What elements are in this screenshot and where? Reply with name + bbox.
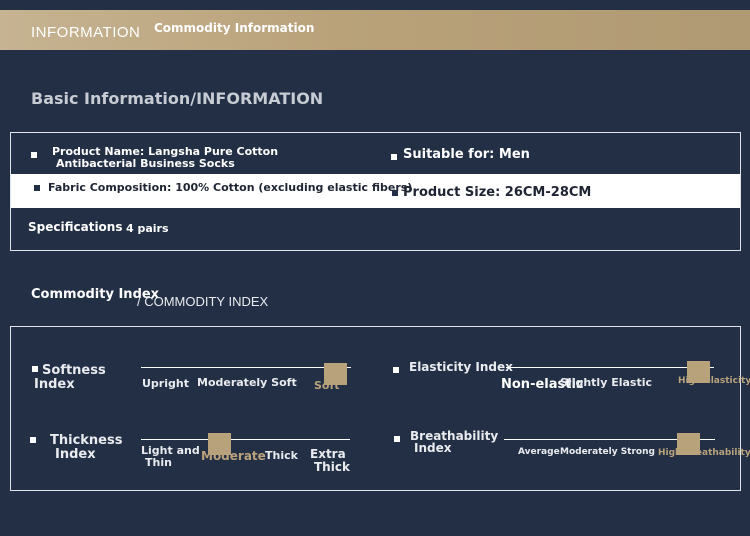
elasticity-title: Elasticity Index [409,360,513,374]
spec-value: 4 pairs [126,222,169,235]
thickness-scale [141,439,350,440]
basic-info-heading: Basic Information/INFORMATION [31,89,324,108]
spec-label: Specifications [28,220,123,234]
softness-title: Softness Index [34,363,106,392]
bullet-icon [30,437,36,443]
breathability-option: Moderately Strong [560,447,655,457]
elasticity-scale [506,367,714,368]
bullet-icon [392,190,398,196]
commodity-index-heading-en: / COMMODITY INDEX [137,294,269,309]
bullet-icon [31,152,37,158]
bullet-icon [394,436,400,442]
commodity-index-panel [10,326,741,491]
header-title: INFORMATION [31,24,141,41]
thickness-option: Extra Thick [310,447,350,474]
breathability-option-selected: High Breathability [658,448,750,458]
softness-option: Upright [142,377,189,390]
softness-option: Moderately Soft [197,376,297,389]
thickness-option-selected: Moderate [201,449,266,463]
elasticity-option: Slightly Elastic [560,376,653,389]
breathability-title: Breathability Index [410,429,499,455]
thickness-option: Thick [265,449,298,462]
thickness-option: Light and Thin [141,444,200,469]
bullet-icon [393,367,399,373]
suitable-for: Suitable for: Men [403,147,530,162]
elasticity-option-selected: High elasticity [678,376,750,386]
bullet-icon [391,154,397,160]
product-name: Product Name: Langsha Pure Cotton Antiba… [52,145,279,170]
fabric-composition: Fabric Composition: 100% Cotton (excludi… [48,181,413,194]
header-subtitle: Commodity Information [154,21,315,35]
breathability-option: Average [518,447,560,457]
softness-scale [141,367,351,368]
bullet-icon [34,185,40,191]
softness-option-selected: Soft [314,379,340,392]
product-size: Product Size: 26CM-28CM [403,185,592,200]
thickness-title: Thickness Index [50,433,123,462]
